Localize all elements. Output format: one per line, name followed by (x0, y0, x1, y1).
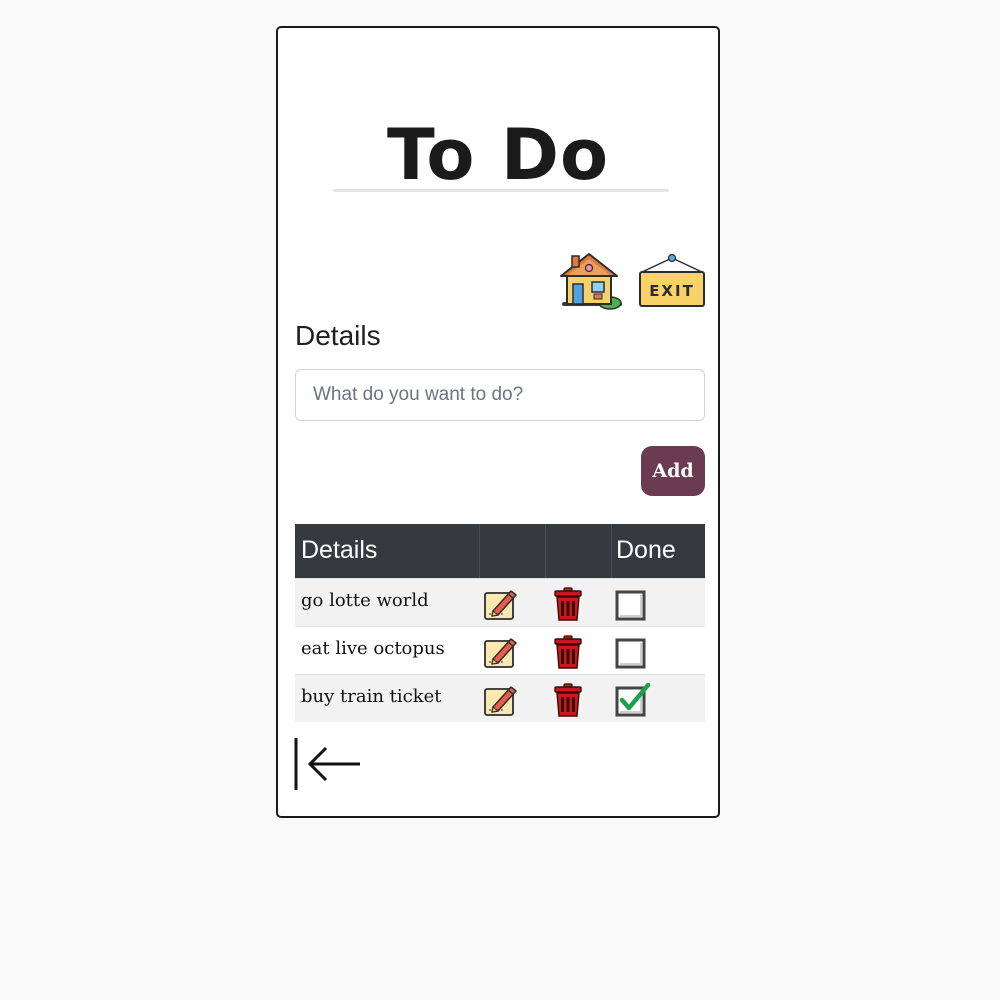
details-label: Details (295, 320, 381, 351)
header-details: Details (301, 536, 378, 564)
home-button[interactable] (558, 248, 626, 312)
back-button[interactable] (294, 736, 364, 792)
checkbox-icon[interactable] (615, 587, 651, 621)
task-text: go lotte world (301, 590, 429, 611)
edit-icon[interactable] (484, 683, 518, 717)
todo-table: Details Done go lotte world eat live oct… (295, 524, 705, 722)
exit-sign-label: EXIT (649, 282, 695, 300)
trash-icon[interactable] (553, 635, 583, 669)
table-row: eat live octopus (295, 626, 705, 674)
page-title: To Do (386, 114, 610, 196)
checkbox-icon[interactable] (615, 635, 651, 669)
header-separator (545, 524, 546, 578)
checkbox-checked-icon[interactable] (615, 683, 651, 717)
table-header: Details Done (295, 524, 705, 578)
todo-card: To Do EXIT Details Add (276, 26, 720, 818)
table-row: go lotte world (295, 578, 705, 626)
trash-icon[interactable] (553, 587, 583, 621)
arrow-left-bar-icon (294, 738, 360, 790)
header-separator (479, 524, 480, 578)
task-input[interactable] (295, 369, 705, 421)
edit-icon[interactable] (484, 587, 518, 621)
exit-button[interactable]: EXIT (638, 252, 706, 310)
add-button[interactable]: Add (641, 446, 705, 496)
edit-icon[interactable] (484, 635, 518, 669)
header-separator (611, 524, 612, 578)
trash-icon[interactable] (553, 683, 583, 717)
table-row: buy train ticket (295, 674, 705, 722)
house-icon (560, 253, 622, 310)
exit-sign-icon: EXIT (639, 253, 705, 307)
title-divider (333, 189, 669, 192)
task-text: buy train ticket (301, 686, 442, 707)
task-text: eat live octopus (301, 638, 445, 659)
header-done: Done (616, 536, 676, 564)
